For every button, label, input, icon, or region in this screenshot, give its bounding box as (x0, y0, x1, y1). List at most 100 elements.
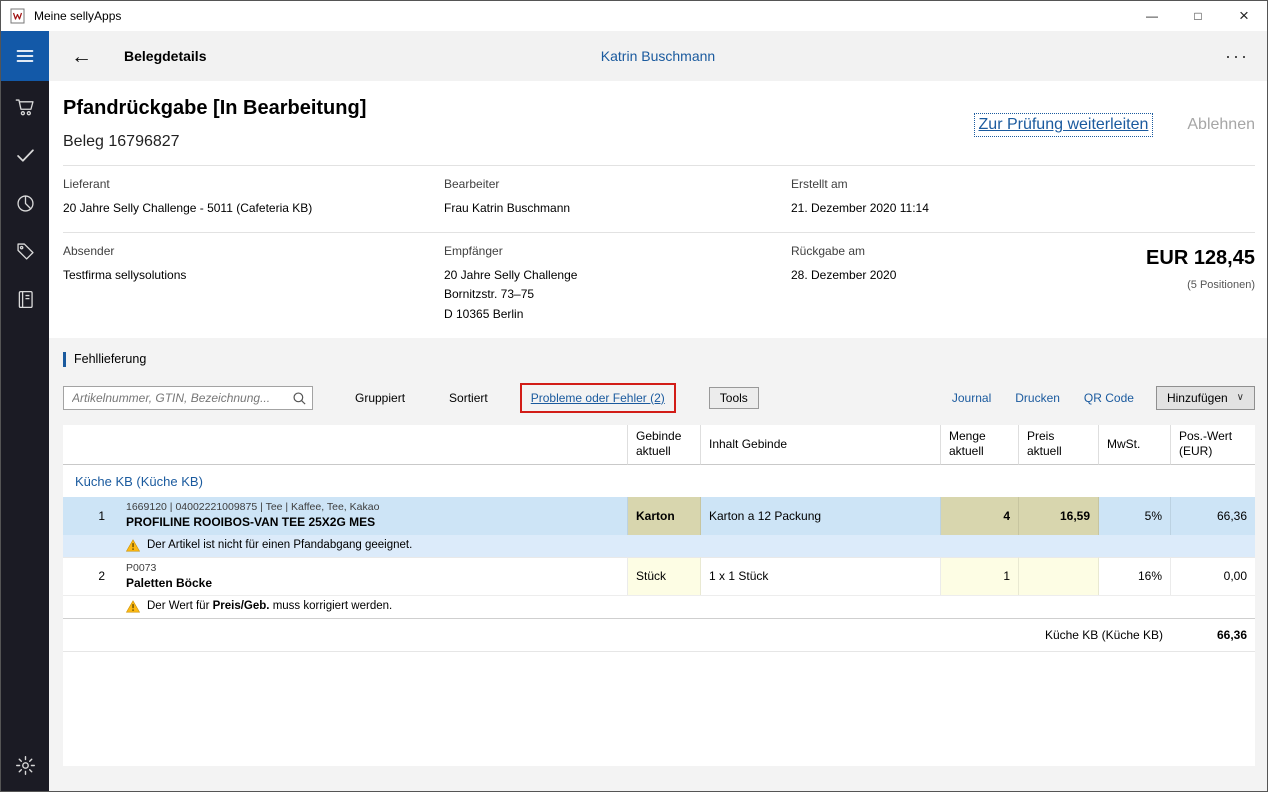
sidebar-item-tasks[interactable] (1, 131, 49, 179)
tools-button[interactable]: Tools (709, 387, 759, 409)
positions-section: Fehllieferung Gruppiert Sortiert Problem… (49, 338, 1267, 791)
field-value: 28. Dezember 2020 (791, 266, 1021, 285)
checkmark-icon (15, 145, 36, 166)
field-label: Erstellt am (791, 177, 1021, 191)
minimize-button[interactable]: — (1129, 1, 1175, 31)
gebinde-cell[interactable]: Karton (628, 497, 701, 535)
field-value: Testfirma sellysolutions (63, 266, 444, 285)
document-total: EUR 128,45 (5 Positionen) (1146, 244, 1255, 324)
field-value-line: Bornitzstr. 73–75 (444, 285, 791, 304)
col-header-menge: Menge aktuell (941, 425, 1019, 465)
warning-row: Der Wert für Preis/Geb. muss korrigiert … (63, 595, 1255, 618)
group-summary-label: Küche KB (Küche KB) (63, 618, 1171, 652)
sorted-button[interactable]: Sortiert (449, 391, 488, 405)
document-title-block: Pfandrückgabe [In Bearbeitung] Beleg 167… (63, 97, 366, 151)
col-header-article (113, 425, 628, 465)
row-number: 2 (63, 557, 113, 595)
sidebar-item-prices[interactable] (1, 227, 49, 275)
window-controls: — □ × (1129, 1, 1267, 31)
field-label: Absender (63, 244, 444, 258)
gear-icon (15, 755, 36, 776)
article-name: Paletten Böcke (126, 576, 212, 590)
article-cell[interactable]: P0073 Paletten Böcke (113, 557, 628, 595)
wert-cell: 66,36 (1171, 497, 1255, 535)
chevron-down-icon: ∨ (1237, 392, 1244, 403)
annotation-box: Probleme oder Fehler (2) (520, 383, 676, 413)
document-title: Pfandrückgabe [In Bearbeitung] (63, 97, 366, 120)
grouped-button[interactable]: Gruppiert (355, 391, 405, 405)
maximize-button[interactable]: □ (1175, 1, 1221, 31)
problems-errors-link[interactable]: Probleme oder Fehler (2) (531, 391, 665, 405)
field-label: Empfänger (444, 244, 791, 258)
preis-cell[interactable]: 16,59 (1019, 497, 1099, 535)
sidebar (1, 31, 49, 791)
add-button[interactable]: Hinzufügen ∨ (1156, 386, 1255, 410)
reject-button[interactable]: Ablehnen (1187, 116, 1255, 134)
app-icon (10, 8, 26, 24)
print-link[interactable]: Drucken (1015, 391, 1060, 405)
section-accent-bar (63, 352, 66, 367)
col-header-wert: Pos.-Wert (EUR) (1171, 425, 1255, 465)
preis-cell[interactable] (1019, 557, 1099, 595)
group-summary-value: 66,36 (1171, 618, 1255, 652)
field-rueckgabe-am: Rückgabe am 28. Dezember 2020 (791, 244, 1021, 324)
back-button[interactable]: ← (71, 46, 92, 67)
warning-row: Der Artikel ist nicht für einen Pfandabg… (63, 535, 1255, 557)
field-bearbeiter: Bearbeiter Frau Katrin Buschmann (444, 177, 791, 218)
sidebar-item-reports[interactable] (1, 179, 49, 227)
qr-code-link[interactable]: QR Code (1084, 391, 1134, 405)
document-panel: Pfandrückgabe [In Bearbeitung] Beleg 167… (49, 81, 1267, 338)
article-name: PROFILINE ROOIBOS-VAN TEE 25X2G MES (126, 515, 375, 529)
total-positions: (5 Positionen) (1146, 279, 1255, 291)
warning-text: Der Wert für Preis/Geb. muss korrigiert … (147, 600, 392, 612)
mwst-cell: 16% (1099, 557, 1171, 595)
warning-text: Der Artikel ist nicht für einen Pfandabg… (147, 539, 412, 551)
field-lieferant: Lieferant 20 Jahre Selly Challenge - 501… (63, 177, 444, 218)
col-header-preis: Preis aktuell (1019, 425, 1099, 465)
gebinde-cell[interactable]: Stück (628, 557, 701, 595)
document-number: Beleg 16796827 (63, 133, 366, 151)
warning-icon (126, 539, 140, 552)
group-header[interactable]: Küche KB (Küche KB) (63, 465, 1255, 497)
positions-table: Gebinde aktuell Inhalt Gebinde Menge akt… (63, 425, 1255, 766)
app-window: Meine sellyApps — □ × (0, 0, 1268, 792)
forward-for-review-button[interactable]: Zur Prüfung weiterleiten (974, 113, 1154, 137)
total-amount: EUR 128,45 (1146, 247, 1255, 270)
more-options-button[interactable]: ··· (1225, 46, 1249, 67)
sidebar-item-settings[interactable] (1, 741, 49, 789)
article-meta: 1669120 | 04002221009875 | Tee | Kaffee,… (126, 501, 379, 513)
article-cell[interactable]: 1669120 | 04002221009875 | Tee | Kaffee,… (113, 497, 628, 535)
sidebar-item-journal[interactable] (1, 275, 49, 323)
window-title: Meine sellyApps (34, 9, 121, 23)
inhalt-cell: 1 x 1 Stück (701, 557, 941, 595)
wert-cell: 0,00 (1171, 557, 1255, 595)
sidebar-item-cart[interactable] (1, 83, 49, 131)
titlebar: Meine sellyApps — □ × (1, 1, 1267, 31)
col-header-gebinde: Gebinde aktuell (628, 425, 701, 465)
pie-chart-icon (15, 193, 36, 214)
col-header-mwst: MwSt. (1099, 425, 1171, 465)
section-label: Fehllieferung (74, 352, 146, 366)
search-icon (292, 391, 307, 406)
search-input[interactable] (64, 387, 312, 409)
field-value: 21. Dezember 2020 11:14 (791, 199, 1021, 218)
menge-cell[interactable]: 4 (941, 497, 1019, 535)
article-meta: P0073 (126, 562, 156, 574)
field-empfaenger: Empfänger 20 Jahre Selly Challenge Borni… (444, 244, 791, 324)
toolbar-right: Journal Drucken QR Code (952, 391, 1134, 405)
col-header-empty (63, 425, 113, 465)
user-link[interactable]: Katrin Buschmann (49, 48, 1267, 64)
menu-button[interactable] (1, 31, 49, 81)
journal-link[interactable]: Journal (952, 391, 991, 405)
field-label: Bearbeiter (444, 177, 791, 191)
close-button[interactable]: × (1221, 1, 1267, 31)
page-title: Belegdetails (124, 48, 206, 64)
add-button-label: Hinzufügen (1167, 391, 1228, 405)
field-label: Lieferant (63, 177, 444, 191)
field-value: Frau Katrin Buschmann (444, 199, 791, 218)
journal-book-icon (15, 289, 36, 310)
document-actions: Zur Prüfung weiterleiten Ablehnen (974, 113, 1255, 137)
inhalt-cell: Karton a 12 Packung (701, 497, 941, 535)
app-header: ← Belegdetails Katrin Buschmann ··· (49, 31, 1267, 81)
menge-cell[interactable]: 1 (941, 557, 1019, 595)
